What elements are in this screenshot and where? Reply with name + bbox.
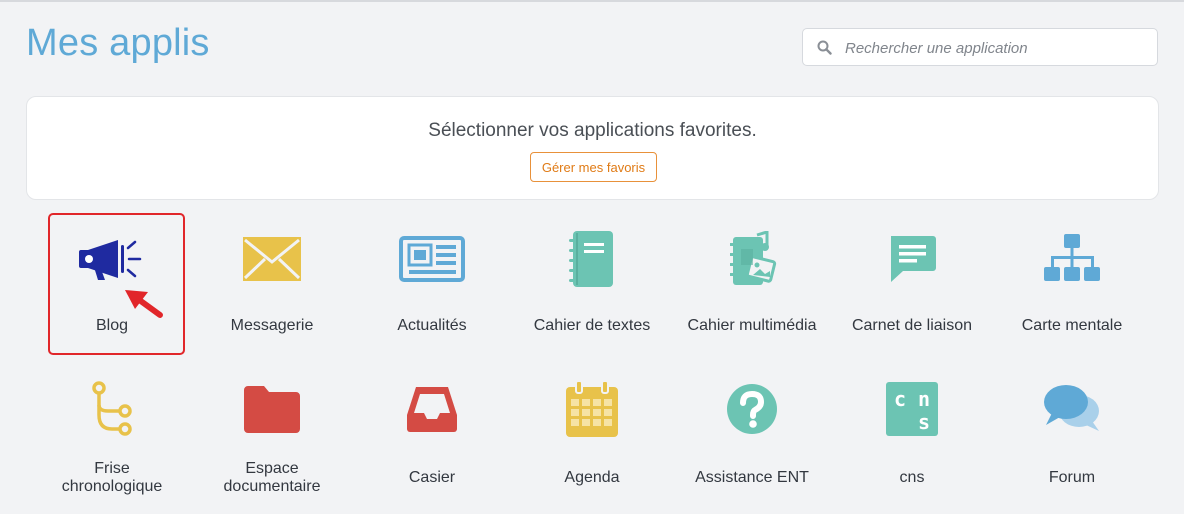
app-label: Cahier de textes — [533, 317, 651, 334]
folder-icon — [192, 382, 352, 436]
forum-bubbles-icon — [992, 382, 1152, 436]
app-label: Messagerie — [230, 317, 314, 334]
multimedia-notebook-icon — [672, 231, 832, 286]
pointer-arrow-icon — [125, 290, 163, 318]
app-carnet-de-liaison[interactable]: Carnet de liaison — [832, 228, 992, 348]
app-label: Cahier multimédia — [687, 317, 817, 334]
app-agenda[interactable]: Agenda — [512, 380, 672, 500]
app-label: Forum — [1048, 469, 1096, 486]
app-actualites[interactable]: Actualités — [352, 228, 512, 348]
app-label: Actualités — [397, 317, 467, 334]
app-messagerie[interactable]: Messagerie — [192, 228, 352, 348]
app-frise-chronologique[interactable]: Frise chronologique — [32, 380, 192, 500]
svg-text:c: c — [894, 387, 906, 411]
newspaper-icon — [352, 232, 512, 286]
blog-highlight-box — [48, 213, 185, 355]
app-casier[interactable]: Casier — [352, 380, 512, 500]
app-forum[interactable]: Forum — [992, 380, 1152, 500]
inbox-tray-icon — [352, 382, 512, 436]
app-label: chronologique — [61, 478, 163, 495]
app-label: cns — [899, 469, 925, 486]
calendar-icon — [512, 381, 672, 437]
app-label: Carte mentale — [1021, 317, 1123, 334]
search-box[interactable] — [802, 28, 1158, 67]
svg-text:n: n — [918, 387, 930, 411]
app-espace-documentaire[interactable]: Espace documentaire — [192, 380, 352, 500]
cns-icon: c n s — [832, 382, 992, 436]
envelope-icon — [192, 232, 352, 286]
app-label: Agenda — [564, 469, 620, 486]
favorites-panel: Sélectionner vos applications favorites.… — [26, 96, 1159, 200]
notebook-icon — [512, 231, 672, 287]
app-cns[interactable]: c n s cns — [832, 380, 992, 500]
svg-text:s: s — [918, 410, 930, 434]
app-cahier-de-textes[interactable]: Cahier de textes — [512, 228, 672, 348]
search-icon — [817, 40, 832, 55]
app-label: Frise — [94, 460, 130, 477]
app-carte-mentale[interactable]: Carte mentale — [992, 228, 1152, 348]
sitemap-icon — [992, 232, 1152, 286]
app-label: Assistance ENT — [695, 469, 809, 486]
search-input[interactable] — [843, 29, 1147, 67]
timeline-icon — [32, 381, 192, 436]
app-label: Carnet de liaison — [851, 317, 973, 334]
page-title: Mes applis — [26, 22, 210, 64]
app-cahier-multimedia[interactable]: Cahier multimédia — [672, 228, 832, 348]
top-border — [0, 0, 1184, 2]
question-circle-icon — [672, 382, 832, 436]
manage-favorites-button[interactable]: Gérer mes favoris — [530, 152, 657, 182]
app-label: Casier — [408, 469, 456, 486]
favorites-message: Sélectionner vos applications favorites. — [428, 120, 757, 141]
app-assistance-ent[interactable]: Assistance ENT — [672, 380, 832, 500]
app-label: documentaire — [223, 478, 321, 495]
app-label: Espace — [245, 460, 299, 477]
chat-bubble-icon — [832, 232, 992, 286]
